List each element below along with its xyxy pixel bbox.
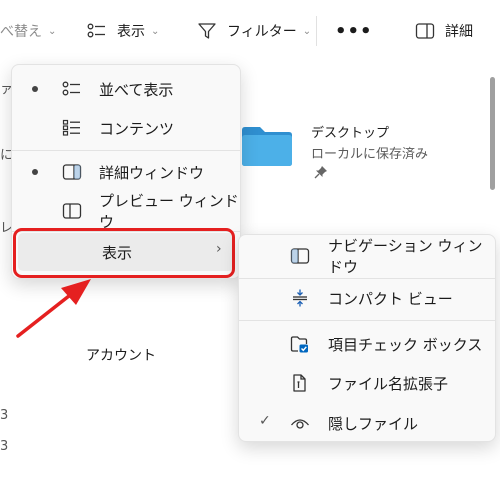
command-bar: べ替え ⌄ 表示 ⌄ フィルター ⌄ ••• 詳細: [0, 0, 500, 60]
chevron-down-icon: ⌄: [302, 25, 312, 37]
folder-name[interactable]: デスクトップ: [311, 122, 389, 141]
menu-item-label: 詳細ウィンドウ: [99, 163, 205, 182]
hidden-files-icon: [289, 413, 311, 433]
checkmark-icon: ✓: [259, 413, 271, 429]
selected-dot-icon: [32, 86, 38, 92]
submenu-item-label: 項目チェック ボックス: [328, 335, 483, 354]
menu-divider: [12, 150, 240, 151]
submenu-item-checkboxes[interactable]: 項目チェック ボックス: [239, 327, 495, 361]
more-icon: •••: [335, 20, 373, 42]
compact-view-icon: [289, 288, 311, 308]
vertical-scrollbar[interactable]: [490, 77, 495, 190]
selected-dot-icon: [32, 169, 38, 175]
menu-item-label: プレビュー ウィンドウ: [99, 192, 239, 231]
folder-icon[interactable]: [240, 124, 294, 168]
menu-item-label: コンテンツ: [99, 119, 175, 138]
menu-divider: [239, 278, 495, 279]
tiles-list-icon: [61, 79, 83, 99]
view-list-icon: [86, 21, 108, 41]
details-label: 詳細: [445, 24, 473, 40]
submenu-item-file-extensions[interactable]: ファイル名拡張子: [239, 366, 495, 400]
background-text-fragment: 3: [0, 439, 9, 454]
folder-status: ローカルに保存済み: [311, 147, 429, 162]
item-checkbox-icon: [289, 334, 311, 354]
submenu-item-label: コンパクト ビュー: [328, 289, 453, 308]
filter-icon: [196, 21, 218, 41]
highlight-frame: [13, 228, 235, 278]
filter-label: フィルター: [227, 24, 297, 40]
chevron-down-icon: ⌄: [151, 25, 160, 37]
submenu-item-hidden-files[interactable]: ✓ 隠しファイル: [239, 406, 495, 440]
submenu-item-navigation-pane[interactable]: ナビゲーション ウィンドウ: [239, 237, 495, 276]
menu-divider: [239, 320, 495, 321]
preview-pane-icon: [61, 201, 83, 221]
show-submenu: ナビゲーション ウィンドウ コンパクト ビュー 項目チェック ボックス ファイル…: [238, 234, 496, 442]
details-pane-button[interactable]: 詳細: [414, 19, 473, 43]
menu-item-label: 並べて表示: [99, 80, 174, 99]
menu-item-content[interactable]: コンテンツ: [12, 112, 240, 144]
file-extension-icon: [289, 373, 311, 393]
menu-item-tiles[interactable]: 並べて表示: [12, 73, 240, 105]
toolbar-divider: [316, 16, 317, 46]
view-label: 表示: [117, 24, 145, 40]
content-list-icon: [61, 118, 83, 138]
view-button[interactable]: 表示 ⌄: [86, 19, 159, 43]
more-options-button[interactable]: •••: [335, 19, 373, 43]
submenu-item-label: ナビゲーション ウィンドウ: [328, 237, 483, 276]
submenu-item-label: 隠しファイル: [328, 414, 419, 433]
background-text-fragment: 3: [0, 408, 9, 423]
submenu-item-compact-view[interactable]: コンパクト ビュー: [239, 281, 495, 315]
menu-item-preview-pane[interactable]: プレビュー ウィンドウ: [12, 192, 240, 231]
details-pane-icon: [414, 21, 436, 41]
chevron-down-icon: ⌄: [48, 25, 57, 37]
menu-item-details-pane[interactable]: 詳細ウィンドウ: [12, 156, 240, 188]
sort-label: べ替え: [0, 24, 42, 40]
filter-button[interactable]: フィルター ⌄: [196, 19, 311, 43]
submenu-item-label: ファイル名拡張子: [328, 374, 449, 393]
pin-icon: [314, 164, 328, 179]
navigation-pane-icon: [289, 246, 311, 266]
details-pane-icon: [61, 162, 83, 182]
sort-button[interactable]: べ替え ⌄: [0, 19, 56, 43]
account-label: アカウント: [86, 348, 156, 364]
